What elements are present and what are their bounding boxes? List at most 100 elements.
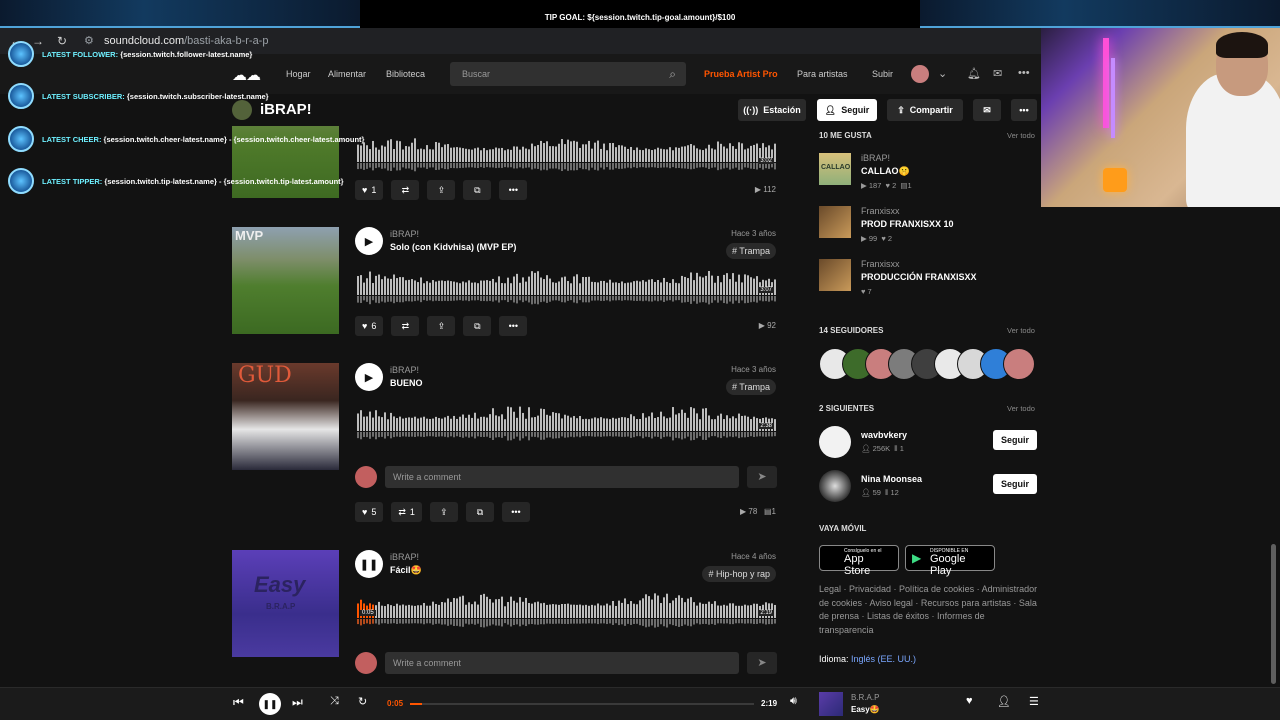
station-button[interactable]: ((·)) Estación bbox=[738, 99, 806, 121]
following-view-all[interactable]: Ver todo bbox=[1007, 404, 1035, 413]
soundcloud-logo-icon[interactable]: ☁☁ bbox=[232, 66, 261, 84]
following-user[interactable]: wavbvkery 👤︎ 256K ⦀ 1 Seguir bbox=[819, 426, 1039, 460]
play-button[interactable]: ▶ bbox=[355, 227, 383, 255]
search-input[interactable]: Buscar ⌕ bbox=[450, 62, 686, 86]
repost-button[interactable]: ⇄ bbox=[391, 316, 420, 336]
waveform-bar bbox=[663, 149, 665, 162]
shuffle-icon[interactable]: ⤨ bbox=[330, 695, 339, 708]
pause-button[interactable]: ❚❚ bbox=[259, 693, 281, 715]
likes-view-all[interactable]: Ver todo bbox=[1007, 131, 1035, 140]
track-title[interactable]: BUENO bbox=[390, 378, 423, 388]
follow-button[interactable]: 👤︎ Seguir bbox=[817, 99, 877, 121]
like-button[interactable]: ♥ 6 bbox=[355, 316, 384, 336]
for-artists-link[interactable]: Para artistas bbox=[797, 69, 848, 79]
send-comment-icon[interactable]: ➤ bbox=[747, 466, 777, 488]
comment-input[interactable]: Write a comment bbox=[385, 652, 739, 674]
liked-track-title[interactable]: PRODUCCIÓN FRANXISXX bbox=[861, 272, 977, 282]
following-user[interactable]: Nina Moonsea 👤︎ 59 ⦀ 12 Seguir bbox=[819, 470, 1039, 504]
notifications-bell-icon[interactable]: 🔔︎ bbox=[967, 67, 981, 80]
track-waveform[interactable]: 3:07 bbox=[357, 267, 777, 307]
like-button[interactable]: ♥ 1 bbox=[355, 180, 384, 200]
track-artist[interactable]: iBRAP! bbox=[390, 365, 419, 375]
track-waveform[interactable]: 0:05 2:19 bbox=[357, 590, 777, 630]
send-comment-icon[interactable]: ➤ bbox=[747, 652, 777, 674]
share-button[interactable]: ⇪ bbox=[427, 180, 456, 200]
following-name[interactable]: Nina Moonsea bbox=[861, 474, 922, 484]
message-button[interactable]: ✉ bbox=[973, 99, 1001, 121]
queue-icon[interactable]: ☰ bbox=[1029, 695, 1039, 708]
artist-pro-link[interactable]: Prueba Artist Pro bbox=[704, 69, 778, 79]
now-playing-title[interactable]: Easy🤩 bbox=[851, 705, 880, 714]
follow-user-icon[interactable]: 👤︎ bbox=[997, 695, 1011, 708]
follow-button[interactable]: Seguir bbox=[993, 430, 1037, 450]
track-tag[interactable]: # Hip-hop y rap bbox=[702, 566, 776, 582]
track-artwork[interactable]: GUD bbox=[232, 363, 339, 470]
liked-track-artist[interactable]: iBRAP! bbox=[861, 153, 890, 163]
liked-track[interactable]: Franxisxx PROD FRANXISXX 10 ▶ 99 ♥ 2 bbox=[819, 206, 1039, 246]
progress-bar[interactable] bbox=[410, 703, 754, 705]
copy-link-button[interactable]: ⧉ bbox=[465, 502, 494, 522]
volume-icon[interactable]: 🔊︎ bbox=[790, 695, 797, 708]
language-link[interactable]: Inglés (EE. UU.) bbox=[851, 654, 916, 664]
repost-button[interactable]: ⇄ 1 bbox=[391, 502, 422, 522]
like-button[interactable]: ♥ 5 bbox=[355, 502, 384, 522]
share-button[interactable]: ⇪ bbox=[429, 502, 458, 522]
liked-track[interactable]: Franxisxx PRODUCCIÓN FRANXISXX ♥ 7 bbox=[819, 259, 1039, 299]
footer-links[interactable]: Legal · Privacidad · Política de cookies… bbox=[819, 583, 1039, 637]
messages-mail-icon[interactable]: ✉ bbox=[993, 67, 1002, 80]
user-avatar[interactable] bbox=[911, 65, 929, 83]
track-artwork[interactable]: MVP bbox=[232, 227, 339, 334]
follow-button[interactable]: Seguir bbox=[993, 474, 1037, 494]
next-icon[interactable]: ⏭ bbox=[292, 695, 303, 710]
play-button[interactable]: ▶ bbox=[355, 363, 383, 391]
waveform-bar bbox=[519, 149, 521, 162]
followers-view-all[interactable]: Ver todo bbox=[1007, 326, 1035, 335]
now-playing-artwork[interactable] bbox=[819, 692, 843, 716]
more-options-icon[interactable]: ••• bbox=[1018, 67, 1030, 79]
upload-link[interactable]: Subir bbox=[872, 69, 893, 79]
more-button[interactable]: ••• bbox=[499, 180, 528, 200]
repost-button[interactable]: ⇄ bbox=[391, 180, 420, 200]
more-button[interactable]: ••• bbox=[499, 316, 528, 336]
more-button[interactable]: ••• bbox=[1011, 99, 1037, 121]
track-artist[interactable]: iBRAP! bbox=[390, 552, 419, 562]
nav-library[interactable]: Biblioteca bbox=[386, 69, 425, 79]
track-title[interactable]: Fácil🤩 bbox=[390, 565, 422, 576]
liked-track-artist[interactable]: Franxisxx bbox=[861, 259, 900, 269]
waveform-bar bbox=[525, 597, 527, 618]
track-title[interactable]: Solo (con Kidvhisa) (MVP EP) bbox=[390, 242, 516, 252]
pause-button[interactable]: ❚❚ bbox=[355, 550, 383, 578]
track-tag[interactable]: # Trampa bbox=[725, 379, 776, 395]
following-avatar[interactable] bbox=[819, 470, 851, 502]
track-waveform[interactable]: 3:02 bbox=[357, 134, 777, 174]
follower-avatar[interactable] bbox=[1003, 348, 1035, 380]
track-artwork[interactable]: Easy B.R.A.P bbox=[232, 550, 339, 657]
search-icon[interactable]: ⌕ bbox=[669, 67, 676, 82]
share-button[interactable]: ⇪ bbox=[427, 316, 456, 336]
following-name[interactable]: wavbvkery bbox=[861, 430, 907, 440]
now-playing-artist[interactable]: B.R.A.P bbox=[851, 693, 879, 702]
previous-icon[interactable]: ⏮ bbox=[233, 695, 244, 710]
like-heart-icon[interactable]: ♥ bbox=[966, 695, 973, 707]
liked-track[interactable]: CALLAO iBRAP! CALLAO🤫 ▶ 187 ♥ 2 ▤1 bbox=[819, 153, 1039, 193]
comment-input[interactable]: Write a comment bbox=[385, 466, 739, 488]
app-store-badge[interactable]: Consíguelo en el App Store bbox=[819, 545, 899, 577]
nav-home[interactable]: Hogar bbox=[286, 69, 311, 79]
repeat-icon[interactable]: ↻ bbox=[358, 695, 367, 708]
liked-track-artist[interactable]: Franxisxx bbox=[861, 206, 900, 216]
nav-feed[interactable]: Alimentar bbox=[328, 69, 366, 79]
track-waveform[interactable]: 2:38 bbox=[357, 403, 777, 443]
copy-link-button[interactable]: ⧉ bbox=[463, 316, 492, 336]
chevron-down-icon[interactable]: ⌄ bbox=[938, 67, 947, 80]
more-button[interactable]: ••• bbox=[501, 502, 530, 522]
liked-track-title[interactable]: PROD FRANXISXX 10 bbox=[861, 219, 954, 229]
following-avatar[interactable] bbox=[819, 426, 851, 458]
track-artist[interactable]: iBRAP! bbox=[390, 229, 419, 239]
waveform-reflection bbox=[441, 619, 443, 625]
google-play-badge[interactable]: ▶ DISPONIBLE EN Google Play bbox=[905, 545, 995, 577]
copy-link-button[interactable]: ⧉ bbox=[463, 180, 492, 200]
scrollbar[interactable] bbox=[1271, 544, 1276, 684]
share-button[interactable]: ⇪ Compartir bbox=[887, 99, 963, 121]
track-tag[interactable]: # Trampa bbox=[725, 243, 776, 259]
liked-track-title[interactable]: CALLAO🤫 bbox=[861, 166, 910, 177]
